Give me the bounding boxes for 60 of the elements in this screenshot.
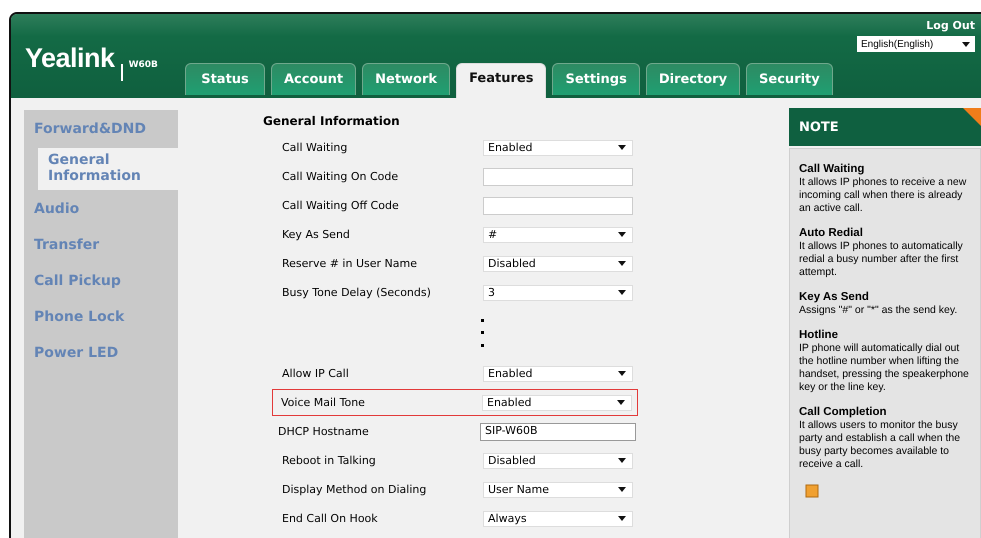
field-label: Call Waiting On Code <box>282 170 400 183</box>
dropdown-field[interactable]: Enabled <box>482 394 632 410</box>
field-label: Call Waiting <box>282 141 348 154</box>
note-title: NOTE <box>799 120 839 134</box>
field-label: Call Waiting Off Code <box>282 199 400 212</box>
field-label: DHCP Hostname <box>278 425 370 438</box>
dropdown-caret-icon <box>618 232 626 237</box>
dropdown-caret-icon <box>618 261 626 266</box>
note-entry-text: It allows IP phones to receive a new incoming call when there is already an active call. <box>799 176 968 215</box>
field-label: Reboot in Talking <box>282 454 377 467</box>
dropdown-caret-icon <box>617 400 625 405</box>
note-entry-title: Auto Redial <box>799 227 864 240</box>
language-select[interactable]: English(English) <box>857 36 975 52</box>
note-entry-text: It allows users to monitor the busy party and establish a call when the busy party becomes available to receive a call. <box>799 419 962 471</box>
dropdown-caret-icon <box>618 290 626 295</box>
dropdown-field[interactable]: User Name <box>483 482 633 498</box>
field-label: Display Method on Dialing <box>282 483 428 496</box>
field-label: Key As Send <box>282 228 351 241</box>
nav-tab[interactable]: Settings <box>552 63 640 95</box>
nav-tab[interactable]: Network <box>362 63 450 95</box>
note-entry-title: Hotline <box>799 329 839 342</box>
dropdown-field[interactable]: Disabled <box>483 452 633 468</box>
logout-link[interactable]: Log Out <box>926 19 975 32</box>
note-entry-text: Assigns "#" or "*" as the send key. <box>799 304 958 317</box>
text-field[interactable] <box>483 196 633 214</box>
dropdown-field[interactable]: Disabled <box>483 256 633 272</box>
dropdown-caret-icon <box>618 145 626 150</box>
ellipsis-icon <box>481 319 485 349</box>
dropdown-field[interactable]: Enabled <box>483 140 633 156</box>
nav-tab[interactable]: Directory <box>646 63 740 95</box>
note-entry-title: Key As Send <box>799 291 870 304</box>
note-entry-title: Call Completion <box>799 406 888 419</box>
nav-tab[interactable]: Security <box>746 63 833 95</box>
field-label: Busy Tone Delay (Seconds) <box>282 286 432 299</box>
brand-logo: Yealink <box>25 43 115 74</box>
field-label: Reserve # in User Name <box>282 257 418 270</box>
dropdown-caret-icon <box>618 458 626 463</box>
field-label: Voice Mail Tone <box>281 396 366 409</box>
model-name: W60B <box>128 60 158 70</box>
dropdown-field[interactable]: 3 <box>483 284 633 300</box>
field-label: End Call On Hook <box>282 512 379 525</box>
note-entry-title: Call Waiting <box>799 163 866 176</box>
dropdown-field[interactable]: Enabled <box>483 366 633 382</box>
dropdown-caret-icon <box>618 371 626 376</box>
text-field[interactable] <box>483 168 633 186</box>
dropdown-caret-icon <box>618 516 626 521</box>
text-field[interactable]: SIP-W60B <box>480 422 636 440</box>
field-label: Allow IP Call <box>282 367 350 380</box>
nav-tab[interactable]: Account <box>271 63 356 95</box>
nav-tab[interactable]: Status <box>185 63 265 95</box>
corner-fold-icon <box>963 108 981 126</box>
section-heading: General Information <box>263 114 401 128</box>
nav-tab[interactable]: Features <box>456 63 546 98</box>
note-entry-text: It allows IP phones to automatically redial a busy number after the first attempt. <box>799 240 964 279</box>
dropdown-field[interactable]: Always <box>483 510 633 526</box>
note-entry-text: IP phone will automatically dial out the hotline number when lifting the handset, pressing the speakerphone key or the line key. <box>799 342 970 394</box>
document-icon <box>805 484 819 498</box>
dropdown-caret-icon <box>618 487 626 492</box>
dropdown-field[interactable]: # <box>483 226 633 242</box>
dropdown-caret-icon <box>962 42 970 46</box>
